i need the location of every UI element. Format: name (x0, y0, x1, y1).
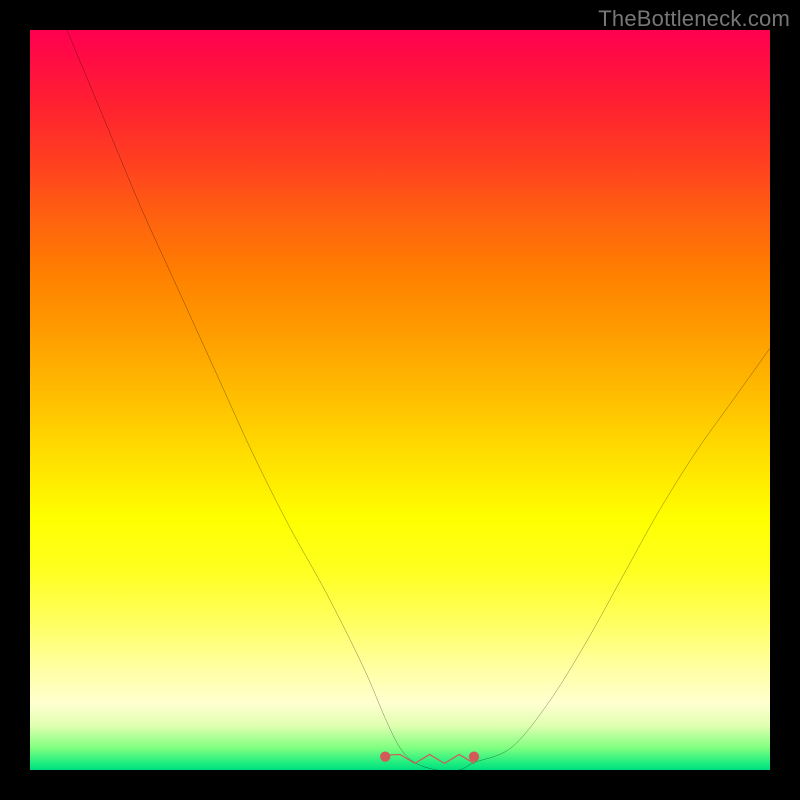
chart-container: TheBottleneck.com (0, 0, 800, 800)
trough-marker (385, 754, 474, 763)
curve-svg (30, 30, 770, 770)
plot-area (30, 30, 770, 770)
bottleneck-curve (67, 30, 770, 770)
trough-end-dot (469, 752, 479, 762)
watermark-text: TheBottleneck.com (598, 6, 790, 32)
trough-start-dot (380, 752, 390, 762)
